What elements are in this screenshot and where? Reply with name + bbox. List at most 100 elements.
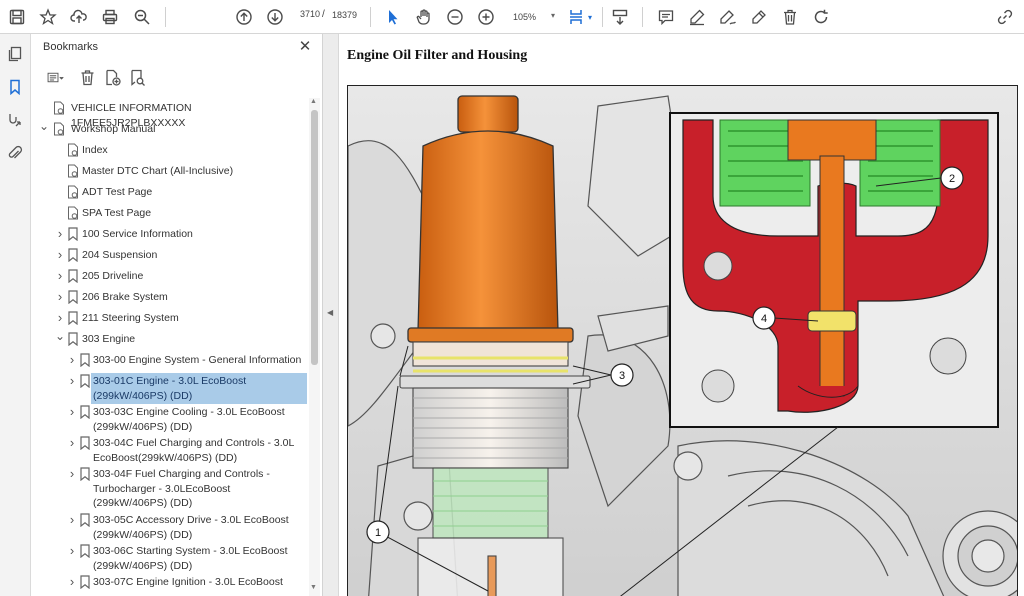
bookmark-item[interactable]: ⌄ Workshop Manual xyxy=(31,119,308,138)
chevron-right-icon[interactable]: › xyxy=(67,352,77,367)
chevron-right-icon[interactable]: › xyxy=(55,247,65,262)
delete-bookmark-icon[interactable] xyxy=(77,67,97,87)
scroll-mode-icon[interactable] xyxy=(609,6,631,28)
bookmark-label: 303-04F Fuel Charging and Controls - Tur… xyxy=(93,468,270,509)
bookmark-label: Workshop Manual xyxy=(71,123,156,135)
bookmark-item[interactable]: › 303-04F Fuel Charging and Controls - Tu… xyxy=(31,466,308,513)
document-bookmark-icon xyxy=(53,101,65,115)
bookmark-label: 303-06C Starting System - 3.0L EcoBoost … xyxy=(93,545,288,572)
bookmark-item[interactable]: › 204 Suspension xyxy=(31,247,308,264)
toolbar-separator xyxy=(602,7,603,27)
chevron-down-icon: ▾ xyxy=(550,11,555,20)
callout-4: 4 xyxy=(752,306,776,330)
scroll-down-icon[interactable]: ▼ xyxy=(310,584,317,591)
highlight-pen-icon[interactable] xyxy=(686,6,708,28)
zoom-out-icon[interactable] xyxy=(444,6,466,28)
bookmark-label: 303-05C Accessory Drive - 3.0L EcoBoost … xyxy=(93,514,289,541)
scrollbar-thumb[interactable] xyxy=(311,110,318,365)
bookmark-item[interactable]: › 303-01C Engine - 3.0L EcoBoost (299kW/4… xyxy=(31,373,308,405)
bookmark-item[interactable]: › 303-05C Accessory Drive - 3.0L EcoBoost… xyxy=(31,512,308,544)
bookmark-label: 303-04C Fuel Charging and Controls - 3.0… xyxy=(93,437,294,464)
svg-text:1: 1 xyxy=(375,527,381,539)
engine-illustration: 2 4 3 1 xyxy=(347,85,1018,596)
chevron-right-icon[interactable]: › xyxy=(55,226,65,241)
svg-text:3: 3 xyxy=(619,370,625,382)
save-icon[interactable] xyxy=(6,6,28,28)
callout-2: 2 xyxy=(940,166,964,190)
page-thumbnails-icon[interactable] xyxy=(5,44,25,64)
comment-icon[interactable] xyxy=(655,6,677,28)
bookmark-item[interactable]: › 303-04C Fuel Charging and Controls - 3.… xyxy=(31,435,308,467)
sign-icon[interactable] xyxy=(748,6,770,28)
bookmark-item[interactable]: VEHICLE INFORMATION 1FMEE5JR2PLBXXXXX xyxy=(31,100,308,129)
chevron-right-icon[interactable]: › xyxy=(55,268,65,283)
bookmark-icon xyxy=(67,332,79,347)
links-icon[interactable] xyxy=(5,110,25,130)
zoom-search-icon[interactable] xyxy=(131,6,153,28)
bookmark-item[interactable]: SPA Test Page xyxy=(31,205,308,222)
chevron-right-icon[interactable]: › xyxy=(67,466,77,481)
bookmark-icon xyxy=(79,544,91,559)
page-down-icon[interactable] xyxy=(264,6,286,28)
zoom-in-icon[interactable] xyxy=(475,6,497,28)
chevron-right-icon[interactable]: › xyxy=(67,373,77,388)
document-bookmark-icon xyxy=(67,164,79,178)
toolbar-separator xyxy=(370,7,371,27)
collapse-panel-icon[interactable]: ◀ xyxy=(327,308,333,317)
bookmark-item[interactable]: › 303-06C Starting System - 3.0L EcoBoost… xyxy=(31,543,308,575)
chevron-right-icon[interactable]: › xyxy=(55,289,65,304)
select-cursor-icon[interactable] xyxy=(382,6,404,28)
page-number-input[interactable]: 3710 xyxy=(292,9,320,25)
print-icon[interactable] xyxy=(99,6,121,28)
chevron-right-icon[interactable]: › xyxy=(67,543,77,558)
chevron-right-icon[interactable]: › xyxy=(67,404,77,419)
bookmark-icon xyxy=(67,248,79,263)
document-view[interactable]: Engine Oil Filter and Housing 2 4 3 1 xyxy=(339,34,1024,596)
bookmark-item[interactable]: Index xyxy=(31,142,308,159)
close-icon[interactable]: ✕ xyxy=(297,39,313,55)
chevron-right-icon[interactable]: › xyxy=(67,435,77,450)
chevron-down-icon[interactable]: ⌄ xyxy=(39,119,49,133)
bookmark-icon xyxy=(67,269,79,284)
bookmark-item[interactable]: › 303-07C Engine Ignition - 3.0L EcoBoost xyxy=(31,574,308,591)
chevron-down-icon[interactable]: ▾ xyxy=(585,6,595,28)
bookmark-item[interactable]: Master DTC Chart (All-Inclusive) xyxy=(31,163,308,180)
navigation-rail xyxy=(0,34,31,596)
options-menu-icon[interactable] xyxy=(41,67,69,87)
bookmark-item[interactable]: ⌄ 303 Engine xyxy=(31,329,308,348)
delete-icon[interactable] xyxy=(779,6,801,28)
bookmark-label: 303-03C Engine Cooling - 3.0L EcoBoost (… xyxy=(93,406,285,433)
bookmark-label: 303 Engine xyxy=(82,333,136,345)
panel-splitter[interactable]: ◀ xyxy=(323,34,339,596)
bookmark-item[interactable]: › 303-03C Engine Cooling - 3.0L EcoBoost … xyxy=(31,404,308,436)
share-link-icon[interactable] xyxy=(994,6,1016,28)
document-bookmark-icon xyxy=(67,185,79,199)
chevron-right-icon[interactable]: › xyxy=(67,574,77,589)
draw-icon[interactable] xyxy=(717,6,739,28)
hand-icon[interactable] xyxy=(413,6,435,28)
bookmark-item[interactable]: › 206 Brake System xyxy=(31,289,308,306)
bookmark-item[interactable]: › 205 Driveline xyxy=(31,268,308,285)
bookmark-icon xyxy=(67,290,79,305)
chevron-down-icon[interactable]: ⌄ xyxy=(55,329,65,343)
page-up-icon[interactable] xyxy=(233,6,255,28)
chevron-right-icon[interactable]: › xyxy=(55,310,65,325)
bookmark-item[interactable]: › 100 Service Information xyxy=(31,226,308,243)
upload-icon[interactable] xyxy=(68,6,90,28)
find-bookmark-icon[interactable] xyxy=(127,67,147,87)
bookmark-tree: VEHICLE INFORMATION 1FMEE5JR2PLBXXXXX ⌄ Wo… xyxy=(31,98,308,596)
bookmark-item[interactable]: › 211 Steering System xyxy=(31,310,308,327)
add-bookmark-icon[interactable] xyxy=(102,67,122,87)
bookmark-item[interactable]: › 303-00 Engine System - General Informat… xyxy=(31,352,308,369)
attachments-icon[interactable] xyxy=(5,143,25,163)
chevron-right-icon[interactable]: › xyxy=(67,512,77,527)
zoom-select[interactable]: 105% ▾ xyxy=(509,8,559,26)
bookmark-label: Master DTC Chart (All-Inclusive) xyxy=(82,165,234,177)
bookmark-item[interactable]: ADT Test Page xyxy=(31,184,308,201)
bookmarks-icon[interactable] xyxy=(5,77,25,97)
bookmark-star-icon[interactable] xyxy=(37,6,59,28)
rotate-icon[interactable] xyxy=(810,6,832,28)
panel-title: Bookmarks xyxy=(43,41,99,53)
scroll-up-icon[interactable]: ▲ xyxy=(310,98,317,105)
document-heading: Engine Oil Filter and Housing xyxy=(347,48,528,63)
